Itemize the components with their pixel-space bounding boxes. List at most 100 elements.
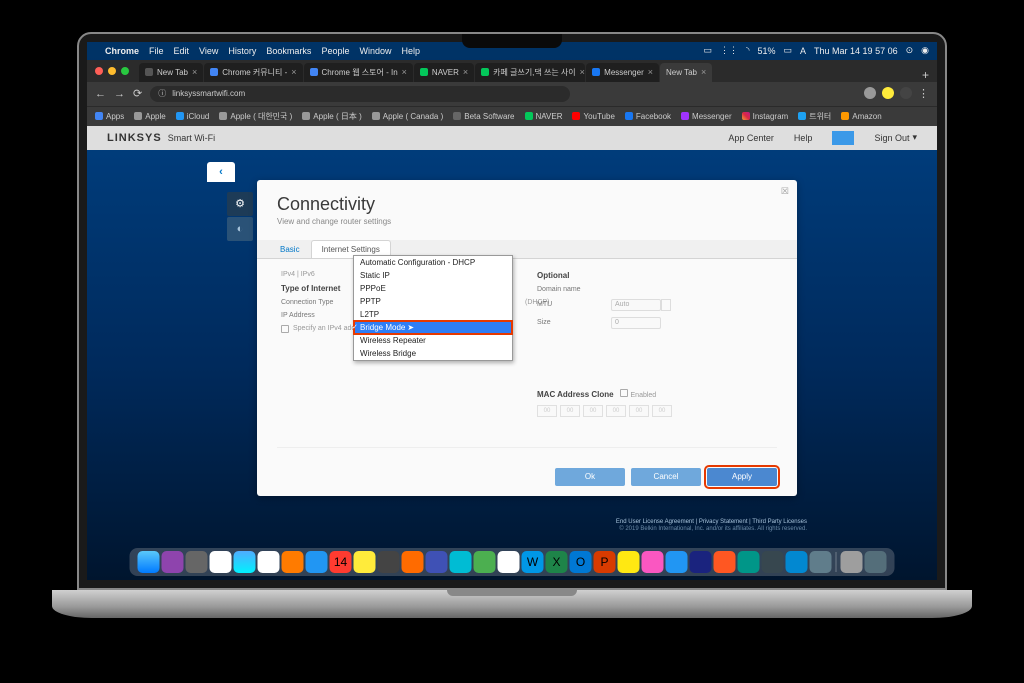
bookmark-apple-jp[interactable]: Apple ( 日本 ) [302,111,361,122]
bookmark-icloud[interactable]: iCloud [176,112,210,121]
mac-octet-1[interactable]: 00 [537,405,557,417]
wifi-icon[interactable]: ⋮⋮ [720,45,738,56]
dock-app2[interactable] [762,551,784,573]
tab-cafe[interactable]: 카페 글쓰기,댁 쓰는 사이× [475,63,585,82]
dropdown-item-pppoe[interactable]: PPPoE [354,282,512,295]
bookmark-messenger[interactable]: Messenger [681,112,732,121]
window-minimize-button[interactable] [108,67,116,75]
dock-safari[interactable] [234,551,256,573]
bookmark-apps[interactable]: Apps [95,112,124,121]
menubar-people[interactable]: People [321,46,349,56]
apply-button[interactable]: Apply [707,468,777,486]
bookmark-naver[interactable]: NAVER [525,112,563,121]
bookmark-beta[interactable]: Beta Software [453,112,514,121]
dock-notes[interactable] [354,551,376,573]
tab-chrome-webstore[interactable]: Chrome 웹 스토어 - In× [304,63,413,82]
dock-appstore[interactable] [210,551,232,573]
dock-excel[interactable]: X [546,551,568,573]
close-icon[interactable]: × [701,67,706,77]
extension-icon-2[interactable] [882,87,894,99]
spotlight-icon[interactable]: ⊙ [906,45,914,56]
checkbox-icon[interactable] [281,325,289,333]
dock-kakao[interactable] [618,551,640,573]
nav-app-center[interactable]: App Center [728,133,774,143]
size-input[interactable]: 0 [611,317,661,329]
menubar-history[interactable]: History [228,46,256,56]
dropdown-item-l2tp[interactable]: L2TP [354,308,512,321]
menubar-help[interactable]: Help [401,46,420,56]
region-flag-icon[interactable] [832,131,854,145]
mac-enabled-checkbox[interactable] [620,389,628,397]
ok-button[interactable]: Ok [555,468,625,486]
mac-octet-4[interactable]: 00 [606,405,626,417]
dock-music[interactable] [498,551,520,573]
bookmark-apple-ca[interactable]: Apple ( Canada ) [372,112,443,121]
dock-app3[interactable] [786,551,808,573]
dock-trash[interactable] [865,551,887,573]
dock-outlook[interactable]: O [570,551,592,573]
window-zoom-button[interactable] [121,67,129,75]
tab-messenger[interactable]: Messenger× [586,63,659,82]
bookmark-youtube[interactable]: YouTube [572,112,614,121]
new-tab-button[interactable]: + [914,68,937,82]
dock-steam[interactable] [690,551,712,573]
dock-photos[interactable] [402,551,424,573]
dock-finder[interactable] [138,551,160,573]
back-icon[interactable]: ← [95,88,106,100]
dock-maps[interactable] [474,551,496,573]
dock-powerpoint[interactable]: P [594,551,616,573]
dropdown-item-wireless-repeater[interactable]: Wireless Repeater [354,334,512,347]
forward-icon[interactable]: → [114,88,125,100]
dock-messages[interactable] [450,551,472,573]
mtu-select[interactable]: Auto [611,299,661,311]
battery-icon[interactable]: ▭ [784,45,793,56]
menubar-file[interactable]: File [149,46,164,56]
dropdown-item-static[interactable]: Static IP [354,269,512,282]
dock-contacts[interactable] [378,551,400,573]
dock-facetime[interactable] [426,551,448,573]
close-icon[interactable]: × [463,67,468,77]
site-info-icon[interactable]: ⓘ [158,88,166,99]
extension-icon-3[interactable] [900,87,912,99]
dock-preferences[interactable] [186,551,208,573]
dock-app4[interactable] [810,551,832,573]
bookmark-facebook[interactable]: Facebook [625,112,671,121]
menubar-window[interactable]: Window [359,46,391,56]
reload-icon[interactable]: ⟳ [133,87,142,100]
menubar-view[interactable]: View [199,46,218,56]
mac-octet-3[interactable]: 00 [583,405,603,417]
dock-calendar[interactable]: 14 [330,551,352,573]
menubar-edit[interactable]: Edit [174,46,190,56]
battery-percent[interactable]: 51% [757,46,775,56]
dropdown-item-wireless-bridge[interactable]: Wireless Bridge [354,347,512,360]
footer-legal-links[interactable]: End User License Agreement | Privacy Sta… [616,519,807,525]
menubar-clock[interactable]: Thu Mar 14 19 57 06 [814,46,898,56]
tab-naver[interactable]: NAVER× [414,63,474,82]
wifi-signal-icon[interactable]: ◝ [746,45,750,56]
dock-origin[interactable] [714,551,736,573]
mac-octet-2[interactable]: 00 [560,405,580,417]
dock-itunes[interactable] [642,551,664,573]
close-icon[interactable]: × [580,67,585,77]
dropdown-item-pptp[interactable]: PPTP [354,295,512,308]
connection-type-dropdown[interactable]: Automatic Configuration - DHCP Static IP… [353,255,513,361]
close-icon[interactable]: × [192,67,197,77]
dropdown-item-bridge-mode[interactable]: Bridge Mode➤ [354,321,512,334]
panel-close-icon[interactable]: ☒ [781,186,789,197]
dock-mail[interactable] [306,551,328,573]
dock-appstore2[interactable] [666,551,688,573]
siri-icon[interactable]: ◉ [921,45,929,56]
tab-chrome-community[interactable]: Chrome 커뮤니티 - × [204,63,302,82]
bookmark-instagram[interactable]: Instagram [742,112,789,121]
close-icon[interactable]: × [291,67,296,77]
close-icon[interactable]: × [648,67,653,77]
address-bar[interactable]: ⓘ linksyssmartwifi.com [150,86,570,102]
mtu-stepper[interactable] [661,299,671,311]
dock-downloads[interactable] [841,551,863,573]
cancel-button[interactable]: Cancel [631,468,701,486]
window-close-button[interactable] [95,67,103,75]
tab-new-tab-1[interactable]: New Tab× [139,63,203,82]
nav-help[interactable]: Help [794,133,813,143]
input-source-icon[interactable]: A [800,46,806,56]
dock-siri[interactable] [162,551,184,573]
